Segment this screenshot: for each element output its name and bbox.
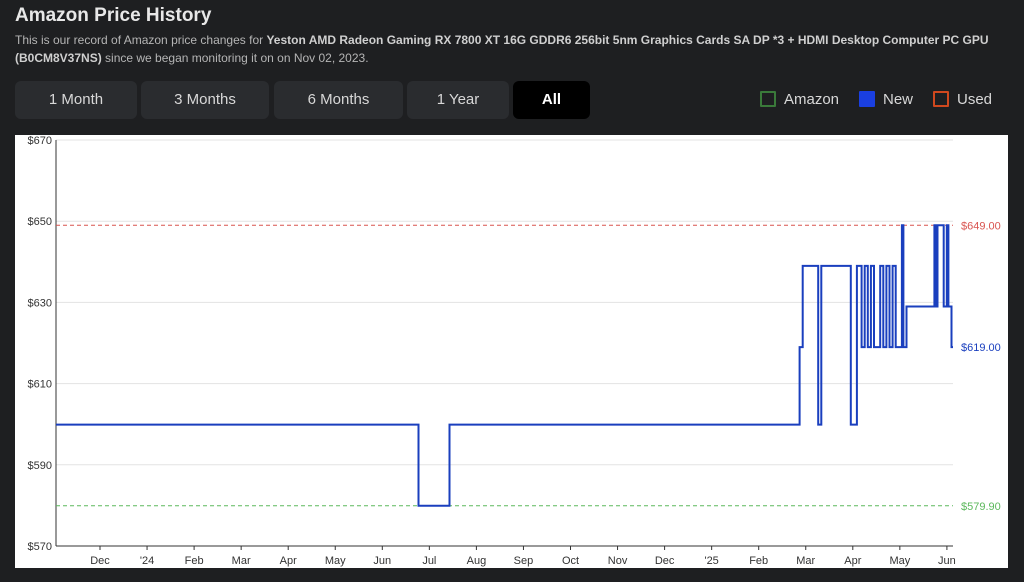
x-tick-label: Mar bbox=[232, 555, 251, 567]
range-button-all[interactable]: All bbox=[513, 81, 590, 119]
x-tick-label: '25 bbox=[704, 555, 718, 567]
x-tick-label: Jul bbox=[422, 555, 436, 567]
x-tick-label: Aug bbox=[467, 555, 487, 567]
legend-label-amazon: Amazon bbox=[784, 91, 840, 108]
y-tick-label: $650 bbox=[28, 216, 52, 228]
reference-label: $649.00 bbox=[961, 220, 1001, 232]
legend-item-new[interactable]: New bbox=[859, 91, 913, 109]
page-title: Amazon Price History bbox=[15, 5, 212, 26]
legend-label-used: Used bbox=[957, 91, 993, 108]
x-tick-label: '24 bbox=[140, 555, 154, 567]
page-description: This is our record of Amazon price chang… bbox=[15, 31, 1015, 67]
x-tick-label: Feb bbox=[185, 555, 204, 567]
y-tick-label: $610 bbox=[28, 379, 52, 391]
desc-prefix: This is our record of Amazon price chang… bbox=[15, 33, 267, 47]
x-tick-label: Sep bbox=[514, 555, 534, 567]
x-tick-label: May bbox=[325, 555, 346, 567]
x-tick-label: Nov bbox=[608, 555, 628, 567]
range-button-3-months[interactable]: 3 Months bbox=[141, 81, 269, 119]
x-tick-label: Apr bbox=[280, 555, 297, 567]
y-tick-label: $590 bbox=[28, 460, 52, 472]
x-tick-label: Mar bbox=[796, 555, 815, 567]
legend-item-amazon[interactable]: Amazon bbox=[760, 91, 839, 109]
x-tick-label: May bbox=[889, 555, 910, 567]
reference-label: $579.90 bbox=[961, 501, 1001, 513]
price-chart[interactable]: $670 $650 $630 $610 $590 $570 Dec '24 Feb Mar Apr M… bbox=[15, 135, 1008, 568]
legend-swatch-new bbox=[859, 91, 875, 107]
x-tick-label: Jun bbox=[373, 555, 391, 567]
y-tick-label: $630 bbox=[28, 297, 52, 309]
y-tick-label: $570 bbox=[28, 541, 52, 553]
series-line-new bbox=[56, 224, 953, 507]
range-button-1-month[interactable]: 1 Month bbox=[15, 81, 137, 119]
desc-suffix: since we began monitoring it on on Nov 0… bbox=[101, 51, 369, 65]
current-price-label: $619.00 bbox=[961, 342, 1001, 354]
y-tick-label: $670 bbox=[28, 135, 52, 147]
x-tick-label: Jun bbox=[938, 555, 956, 567]
x-tick-label: Apr bbox=[844, 555, 861, 567]
legend-item-used[interactable]: Used bbox=[933, 91, 992, 109]
range-button-1-year[interactable]: 1 Year bbox=[407, 81, 509, 119]
range-button-6-months[interactable]: 6 Months bbox=[274, 81, 403, 119]
x-tick-label: Oct bbox=[562, 555, 579, 567]
x-tick-label: Feb bbox=[749, 555, 768, 567]
x-tick-label: Dec bbox=[90, 555, 110, 567]
price-chart-svg: $670 $650 $630 $610 $590 $570 Dec '24 Feb Mar Apr M… bbox=[28, 135, 1001, 567]
x-tick-label: Dec bbox=[655, 555, 675, 567]
legend-swatch-used bbox=[933, 91, 949, 107]
legend-label-new: New bbox=[883, 91, 914, 108]
legend-swatch-amazon bbox=[760, 91, 776, 107]
